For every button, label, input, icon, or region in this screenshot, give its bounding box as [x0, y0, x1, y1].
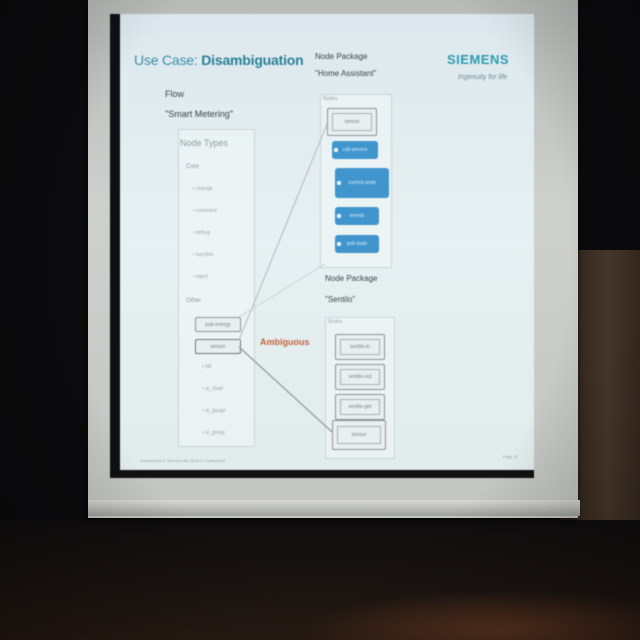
page-number: Page 12	[503, 454, 518, 459]
screen-bottom-bar	[88, 500, 580, 516]
connector-line-faint	[238, 263, 326, 318]
ambiguity-connector-lines	[238, 123, 333, 433]
floor-glow	[300, 590, 640, 640]
connector-line-to-sentilo-sensor	[238, 346, 333, 433]
connector-line-to-ha-sensor	[238, 123, 328, 341]
slide-footer: Unrestricted © Siemens AG 2019 IT Confer…	[140, 458, 226, 463]
presentation-slide: Use Case: Disambiguation SIEMENS Ingenui…	[110, 14, 534, 478]
